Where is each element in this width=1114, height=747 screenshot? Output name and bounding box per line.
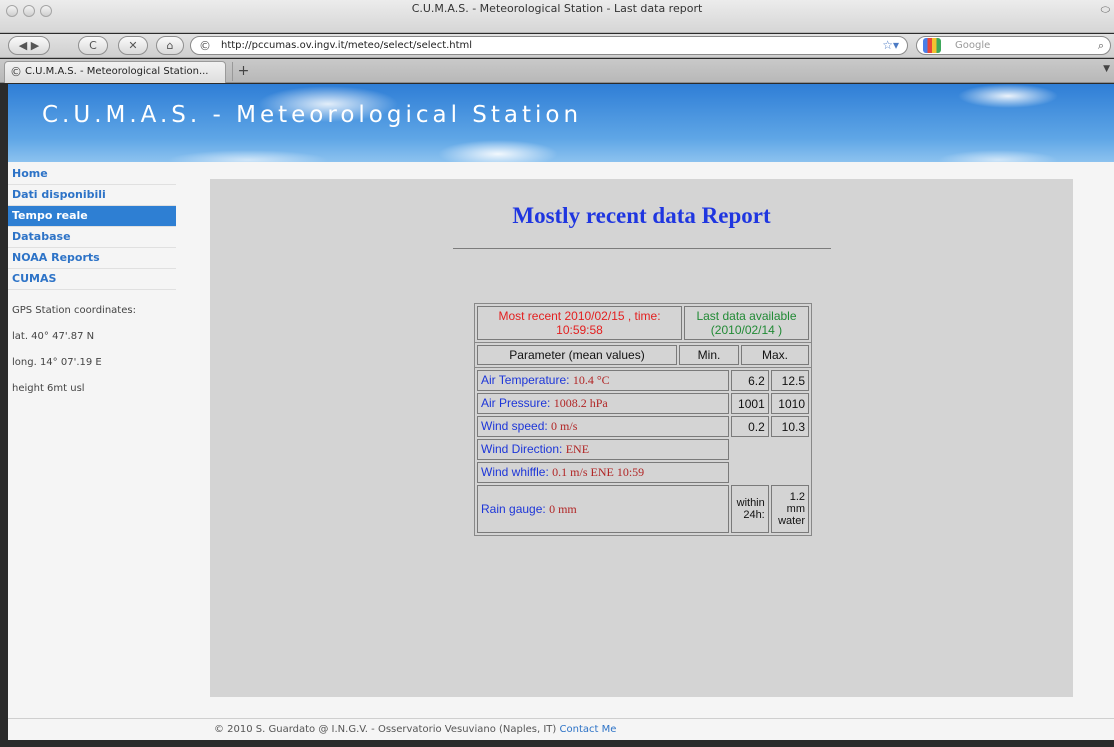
search-placeholder: Google [955, 40, 991, 51]
home-icon: ⌂ [166, 39, 174, 52]
tab-cumas[interactable]: © C.U.M.A.S. - Meteorological Station... [4, 61, 226, 83]
tab-label: C.U.M.A.S. - Meteorological Station... [25, 66, 209, 77]
gps-height: height 6mt usl [12, 383, 85, 394]
report-table: Most recent 2010/02/15 , time: 10:59:58 … [474, 303, 812, 343]
sidebar-item-home[interactable]: Home [8, 164, 176, 185]
stop-button[interactable]: ✕ [118, 36, 148, 55]
max-value: 12.5 [770, 370, 809, 391]
report-values-table: Parameter (mean values) Min. Max. [474, 343, 812, 368]
window-titlebar: C.U.M.A.S. - Meteorological Station - La… [0, 0, 1114, 33]
url-text: http://pccumas.ov.ingv.it/meteo/select/s… [221, 40, 473, 51]
table-row: Wind speed: 0 m/s 0.2 10.3 [477, 416, 809, 437]
sidebar-item-cumas[interactable]: CUMAS [8, 269, 176, 290]
tab-bar: © C.U.M.A.S. - Meteorological Station...… [0, 59, 1114, 83]
reload-icon: C [89, 39, 97, 52]
bookmark-star-icon[interactable]: ☆▾ [882, 37, 899, 54]
tab-list-arrow-icon[interactable]: ▼ [1103, 64, 1110, 74]
footer-copyright: © 2010 S. Guardato @ I.N.G.V. - Osservat… [214, 724, 560, 735]
gps-latitude: lat. 40° 47'.87 N [12, 331, 95, 342]
navigation-toolbar: ◀ ▶ C ✕ ⌂ © http://pccumas.ov.ingv.it/me… [0, 34, 1114, 58]
home-button[interactable]: ⌂ [156, 36, 184, 55]
report-data-table: Air Temperature: 10.4 °C 6.2 12.5 Air Pr… [474, 368, 812, 536]
rain-amount: 1.2 mm water [770, 485, 809, 533]
table-row: Air Pressure: 1008.2 hPa 1001 1010 [477, 393, 809, 414]
sidebar-item-noaa-reports[interactable]: NOAA Reports [8, 248, 176, 269]
sidebar: Home Dati disponibili Tempo reale Databa… [8, 164, 176, 408]
report-table-wrapper: Most recent 2010/02/15 , time: 10:59:58 … [474, 303, 812, 536]
max-column-header: Max. [741, 345, 809, 365]
table-row: Wind whiffle: 0.1 m/s ENE 10:59 [477, 462, 809, 483]
back-forward-button[interactable]: ◀ ▶ [8, 36, 50, 55]
main-content: Mostly recent data Report Most recent 20… [210, 179, 1073, 697]
max-value: 1010 [770, 393, 809, 414]
new-tab-button[interactable]: + [232, 62, 254, 81]
gps-heading: GPS Station coordinates: [12, 305, 136, 316]
param-label: Wind whiffle: [481, 465, 549, 479]
param-value: ENE [565, 442, 590, 456]
table-row: Wind Direction: ENE [477, 439, 809, 460]
rain-cell: Rain gauge: 0 mm [477, 485, 729, 533]
min-value: 1001 [730, 393, 769, 414]
window-title: C.U.M.A.S. - Meteorological Station - La… [411, 2, 703, 15]
rain-value: 0 mm [549, 501, 577, 516]
divider [453, 248, 831, 249]
min-value: 0.2 [730, 416, 769, 437]
last-data-cell: Last data available (2010/02/14 ) [684, 306, 809, 340]
column-header-row: Parameter (mean values) Min. Max. [477, 345, 809, 365]
rain-within: within 24h: [730, 485, 769, 533]
param-value: 0.1 m/s ENE 10:59 [552, 465, 645, 479]
table-row: Air Temperature: 10.4 °C 6.2 12.5 [477, 370, 809, 391]
max-value: 10.3 [770, 416, 809, 437]
stop-icon: ✕ [128, 39, 138, 52]
param-label: Wind speed: [481, 419, 548, 433]
gps-coordinates: GPS Station coordinates: lat. 40° 47'.87… [8, 304, 176, 408]
header-banner: C.U.M.A.S. - Meteorological Station [8, 84, 1114, 162]
param-cell: Wind Direction: ENE [477, 439, 729, 460]
address-bar[interactable]: © http://pccumas.ov.ingv.it/meteo/select… [190, 36, 908, 55]
site-favicon-icon: © [199, 39, 211, 53]
param-cell: Air Temperature: 10.4 °C [477, 370, 729, 391]
param-value: 0 m/s [551, 419, 578, 433]
param-value: 1008.2 hPa [553, 396, 608, 410]
search-field[interactable]: Google ⌕ [916, 36, 1111, 55]
min-column-header: Min. [679, 345, 739, 365]
footer: © 2010 S. Guardato @ I.N.G.V. - Osservat… [8, 718, 1114, 740]
sidebar-item-database[interactable]: Database [8, 227, 176, 248]
table-row: Rain gauge: 0 mm within 24h: 1.2 mm wate… [477, 485, 809, 533]
search-icon[interactable]: ⌕ [1098, 37, 1104, 54]
report-title: Mostly recent data Report [512, 203, 771, 228]
param-label: Air Temperature: [481, 373, 570, 387]
most-recent-cell: Most recent 2010/02/15 , time: 10:59:58 [477, 306, 682, 340]
tab-favicon-icon: © [10, 65, 22, 79]
param-cell: Wind speed: 0 m/s [477, 416, 729, 437]
param-cell: Wind whiffle: 0.1 m/s ENE 10:59 [477, 462, 729, 483]
sidebar-item-dati-disponibili[interactable]: Dati disponibili [8, 185, 176, 206]
back-icon[interactable]: ◀ [19, 39, 27, 52]
forward-icon[interactable]: ▶ [31, 39, 39, 52]
min-value: 6.2 [730, 370, 769, 391]
gps-longitude: long. 14° 07'.19 E [12, 357, 102, 368]
contact-link[interactable]: Contact Me [560, 724, 617, 735]
empty-cell [731, 439, 809, 460]
web-page: C.U.M.A.S. - Meteorological Station Home… [8, 84, 1114, 740]
param-value: 10.4 °C [572, 373, 610, 387]
sidebar-item-tempo-reale[interactable]: Tempo reale [8, 206, 176, 227]
toolbar-toggle-icon[interactable]: ⬭ [1101, 3, 1110, 17]
empty-cell [731, 462, 809, 483]
param-cell: Air Pressure: 1008.2 hPa [477, 393, 729, 414]
param-label: Air Pressure: [481, 396, 551, 410]
param-column-header: Parameter (mean values) [477, 345, 677, 365]
report-header-row: Most recent 2010/02/15 , time: 10:59:58 … [477, 306, 809, 340]
rain-label: Rain gauge: [481, 501, 546, 516]
reload-button[interactable]: C [78, 36, 108, 55]
param-label: Wind Direction: [481, 442, 563, 456]
site-title: C.U.M.A.S. - Meteorological Station [42, 102, 583, 128]
google-logo-icon[interactable] [923, 38, 941, 53]
